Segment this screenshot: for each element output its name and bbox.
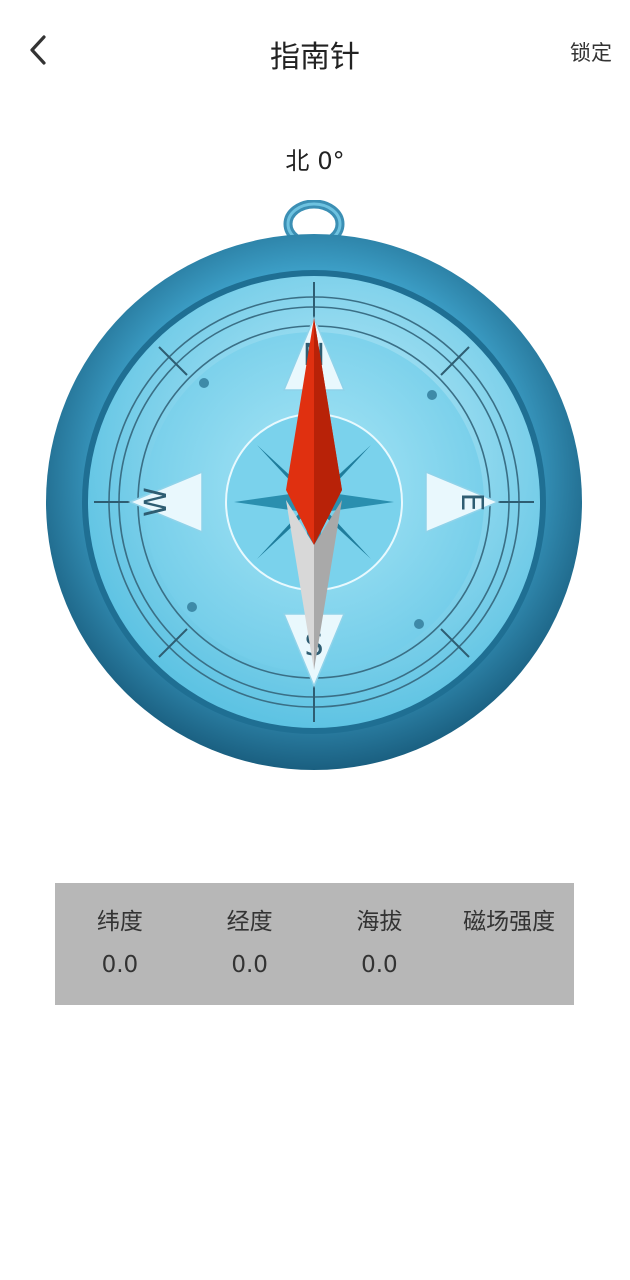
info-magnetic-field: 磁场强度 xyxy=(444,883,574,1005)
lock-button[interactable]: 锁定 xyxy=(570,37,612,67)
compass-dial: N S E W xyxy=(46,200,582,770)
info-value: 0.0 xyxy=(101,952,139,978)
compass-label-e: E xyxy=(454,493,489,512)
page-title: 指南针 xyxy=(270,40,360,75)
compass-label-w: W xyxy=(139,487,174,517)
info-value xyxy=(444,950,574,980)
info-label: 纬度 xyxy=(96,909,143,935)
info-latitude: 纬度 0.0 xyxy=(55,883,185,1005)
sensor-info-panel: 纬度 0.0 经度 0.0 海拔 0.0 磁场强度 xyxy=(55,883,574,1005)
heading-degrees: 0° xyxy=(317,147,345,175)
heading-readout: 北 0° xyxy=(0,141,630,176)
info-value: 0.0 xyxy=(231,952,268,978)
info-value: 0.0 xyxy=(361,952,398,978)
info-label: 磁场强度 xyxy=(463,909,556,935)
info-altitude: 海拔 0.0 xyxy=(315,883,445,1005)
info-longitude: 经度 0.0 xyxy=(185,883,315,1005)
info-label: 经度 xyxy=(226,909,273,935)
header-bar: 指南针 锁定 xyxy=(0,0,630,100)
heading-direction: 北 xyxy=(285,147,310,175)
info-label: 海拔 xyxy=(356,909,403,935)
